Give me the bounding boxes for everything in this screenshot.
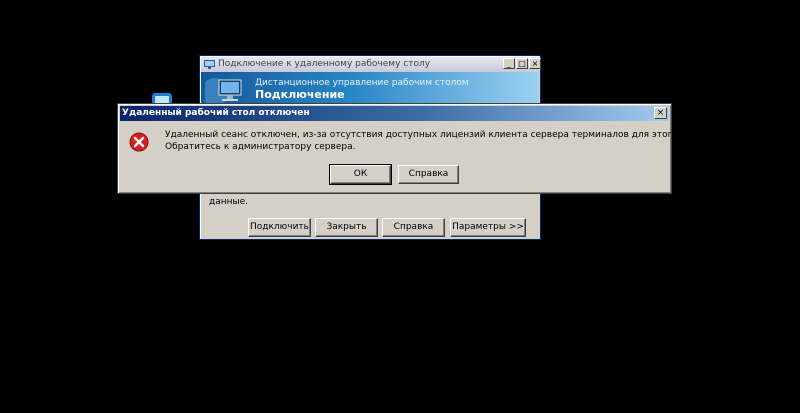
error-message-line-1: Удаленный сеанс отключен, из-за отсутств…	[165, 130, 743, 140]
error-dialog-titlebar[interactable]: Удаленный рабочий стол отключен ×	[120, 106, 669, 121]
connect-button[interactable]: Подключить	[248, 218, 311, 237]
rdp-window-title: Подключение к удаленному рабочему столу	[218, 59, 431, 69]
error-dialog-close-button[interactable]: ×	[654, 107, 667, 119]
options-button[interactable]: Параметры >>	[450, 218, 526, 237]
ok-button[interactable]: ОК	[329, 164, 392, 185]
banner-title: Подключение	[255, 88, 345, 101]
close-button[interactable]: ×	[529, 58, 541, 69]
help-button[interactable]: Справка	[382, 218, 445, 237]
disconnected-error-dialog: Удаленный рабочий стол отключен × Удален…	[117, 103, 742, 194]
monitor-icon	[201, 74, 249, 106]
error-icon	[129, 132, 149, 152]
banner-subtitle: Дистанционное управление рабочим столом	[255, 78, 469, 88]
rdp-app-icon	[204, 59, 215, 70]
maximize-button[interactable]: □	[516, 58, 528, 69]
error-help-button[interactable]: Справка	[398, 165, 459, 184]
close-window-button[interactable]: Закрыть	[315, 218, 378, 237]
error-message-line-2: Обратитесь к администратору сервера.	[165, 142, 356, 152]
rdp-body-text: данные.	[209, 197, 249, 207]
minimize-button[interactable]: _	[503, 58, 515, 69]
error-dialog-title: Удаленный рабочий стол отключен	[122, 108, 310, 118]
rdp-titlebar[interactable]: Подключение к удаленному рабочему столу …	[201, 57, 541, 72]
